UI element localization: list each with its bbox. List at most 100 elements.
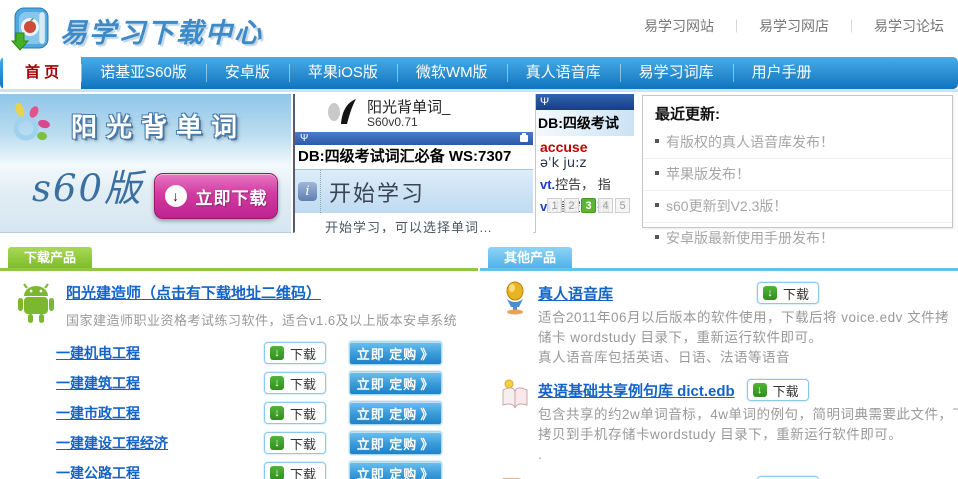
- product-description: 国家建造师职业资格考试练习软件，适合v1.6及以上版本安卓系统: [66, 310, 478, 329]
- pager-item[interactable]: 3: [581, 198, 596, 213]
- tab-other-products[interactable]: 其他产品: [488, 247, 572, 268]
- download-row: 一建建设工程经济 下载 立即 定购 》: [0, 428, 478, 458]
- download-button[interactable]: 下载: [264, 372, 326, 394]
- pager-item[interactable]: 1: [547, 198, 562, 213]
- nav-underline: [0, 89, 958, 92]
- course-link[interactable]: 一建机电工程: [56, 343, 264, 363]
- order-arrow-icon: 》: [420, 404, 434, 423]
- download-row: 一建公路工程 下载 立即 定购 》: [0, 458, 478, 479]
- order-arrow-icon: 》: [420, 434, 434, 453]
- banner-sun-icon: [6, 102, 54, 151]
- nav-tab[interactable]: 首 页: [3, 57, 81, 89]
- dictionary-status-line: DB:四级考试词汇必备 WS:7307: [295, 145, 533, 169]
- header-link[interactable]: 易学习网店: [714, 16, 829, 36]
- download-row: 一建建筑工程 下载 立即 定购 》: [0, 368, 478, 398]
- other-product-dict: 英语基础共享例句库 dict.edb 下载 包含共享的约2w单词音标，4w单词的…: [500, 378, 958, 465]
- word-phonetic: əˈk ju:z: [536, 155, 634, 171]
- recent-updates-box: 最近更新: 有版权的真人语音库发布！苹果版发布！s60更新到V2.3版！安卓版最…: [642, 95, 953, 228]
- course-link[interactable]: 一建建筑工程: [56, 373, 264, 393]
- order-button[interactable]: 立即 定购 》: [349, 341, 442, 365]
- main-nav: 首 页诺基亚S60版安卓版苹果iOS版微软WM版真人语音库易学习词库用户手册: [0, 57, 958, 89]
- order-arrow-icon: 》: [420, 344, 434, 363]
- backpack-download-icon: [6, 3, 54, 58]
- update-item[interactable]: 苹果版发布！: [643, 159, 952, 191]
- pager-item[interactable]: 2: [564, 198, 579, 213]
- order-arrow-icon: 》: [420, 464, 434, 479]
- nav-tab[interactable]: 诺基亚S60版: [81, 57, 206, 89]
- download-button[interactable]: 下载: [264, 432, 326, 454]
- recent-updates-title: 最近更新:: [643, 96, 952, 127]
- word-entry: accuse: [536, 136, 634, 155]
- book-bulb-icon: [500, 378, 530, 415]
- promo-banner[interactable]: 阳光背单词 s60版 ↓ 立即下载: [0, 94, 291, 233]
- header-link[interactable]: 易学习论坛: [829, 16, 944, 36]
- antenna-icon: Ψ: [540, 96, 549, 108]
- download-rows: 一建机电工程 下载 立即 定购 》 一建建筑工程 下载: [0, 338, 478, 479]
- download-arrow-icon: ↓: [165, 185, 187, 207]
- order-button[interactable]: 立即 定购 》: [349, 401, 442, 425]
- download-button[interactable]: 下载: [757, 282, 819, 304]
- course-link[interactable]: 一建建设工程经济: [56, 433, 264, 453]
- course-link[interactable]: 一建市政工程: [56, 403, 264, 423]
- nav-tab[interactable]: 微软WM版: [397, 57, 507, 89]
- app-title: 阳光背单词_: [367, 100, 450, 117]
- banner-subtitle: s60版: [32, 158, 143, 212]
- download-row: 一建机电工程 下载 立即 定购 》: [0, 338, 478, 368]
- other-product-tool: W 阳光背单词词库制作工具 UTF8 下载: [500, 475, 958, 479]
- battery-icon: [520, 135, 528, 142]
- hero-row: 阳光背单词 s60版 ↓ 立即下载 阳光背单词_: [0, 94, 958, 234]
- phone-screenshot-1: 阳光背单词_ S60v0.71 Ψ DB:四级考试词汇必备 WS:7307 i …: [295, 94, 533, 233]
- download-button[interactable]: 下载: [264, 342, 326, 364]
- section-divider: [0, 268, 478, 271]
- voice-lib-link[interactable]: 真人语音库: [538, 283, 613, 304]
- header-links: 易学习网站易学习网店易学习论坛: [644, 16, 944, 36]
- download-button[interactable]: 下载: [264, 462, 326, 479]
- nav-tab[interactable]: 真人语音库: [507, 57, 620, 89]
- nav-tab[interactable]: 易学习词库: [620, 57, 733, 89]
- pager-item[interactable]: 5: [615, 198, 630, 213]
- order-button[interactable]: 立即 定购 》: [349, 431, 442, 455]
- example-db-link[interactable]: 英语基础共享例句库 dict.edb: [538, 380, 735, 401]
- course-link[interactable]: 一建公路工程: [56, 463, 264, 479]
- download-icon: [270, 436, 284, 450]
- pager-item[interactable]: 4: [598, 198, 613, 213]
- product-link-builder[interactable]: 阳光建造师（点击有下载地址二维码）: [66, 282, 321, 303]
- download-icon: [763, 286, 777, 300]
- other-products-section: 其他产品 真人语音库 下载: [480, 247, 958, 479]
- info-icon: i: [298, 182, 317, 201]
- tab-download-products[interactable]: 下载产品: [8, 247, 92, 268]
- download-products-section: 下载产品 阳光建造师（点击有下载地址二维码）: [0, 247, 478, 479]
- book-wrench-icon: W: [500, 475, 530, 479]
- update-item[interactable]: 有版权的真人语音库发布！: [643, 127, 952, 159]
- order-button[interactable]: 立即 定购 》: [349, 461, 442, 479]
- products-row: 下载产品 阳光建造师（点击有下载地址二维码）: [0, 247, 958, 479]
- update-item[interactable]: s60更新到V2.3版！: [643, 191, 952, 223]
- download-button[interactable]: 下载: [264, 402, 326, 424]
- logo[interactable]: 易学习下载中心: [6, 3, 263, 58]
- download-icon: [270, 406, 284, 420]
- download-icon: [270, 376, 284, 390]
- download-icon: [753, 383, 767, 397]
- nav-tab[interactable]: 用户手册: [733, 57, 831, 89]
- download-button[interactable]: 下载: [747, 379, 809, 401]
- antenna-icon: Ψ: [300, 133, 308, 144]
- download-icon: [270, 466, 284, 479]
- app-version: S60v0.71: [367, 116, 450, 129]
- header-link[interactable]: 易学习网站: [644, 16, 714, 36]
- slider-pagination: 12345: [547, 198, 630, 213]
- nav-tab[interactable]: 苹果iOS版: [289, 57, 397, 89]
- menu-item-hint: 开始学习，可以选择单词…: [295, 213, 533, 233]
- page: 易学习下载中心 易学习网站易学习网店易学习论坛 首 页诺基亚S60版安卓版苹果i…: [0, 0, 958, 479]
- order-arrow-icon: 》: [420, 374, 434, 393]
- download-row: 一建市政工程 下载 立即 定购 》: [0, 398, 478, 428]
- menu-item-selected: 开始学习: [329, 176, 425, 208]
- site-title: 易学习下载中心: [60, 11, 263, 50]
- word-meaning-1: vt.控告， 指: [536, 173, 634, 193]
- order-button[interactable]: 立即 定购 》: [349, 371, 442, 395]
- microphone-icon: [500, 281, 530, 320]
- dictionary-status-line: DB:四级考试: [536, 110, 634, 136]
- example-db-desc: 包含共享的约2w单词音标，4w单词的例句，简明词典需要此文件，下 拷贝到手机存储…: [538, 405, 958, 465]
- download-now-button[interactable]: ↓ 立即下载: [154, 173, 278, 219]
- header: 易学习下载中心 易学习网站易学习网店易学习论坛: [0, 0, 958, 57]
- nav-tab[interactable]: 安卓版: [206, 57, 289, 89]
